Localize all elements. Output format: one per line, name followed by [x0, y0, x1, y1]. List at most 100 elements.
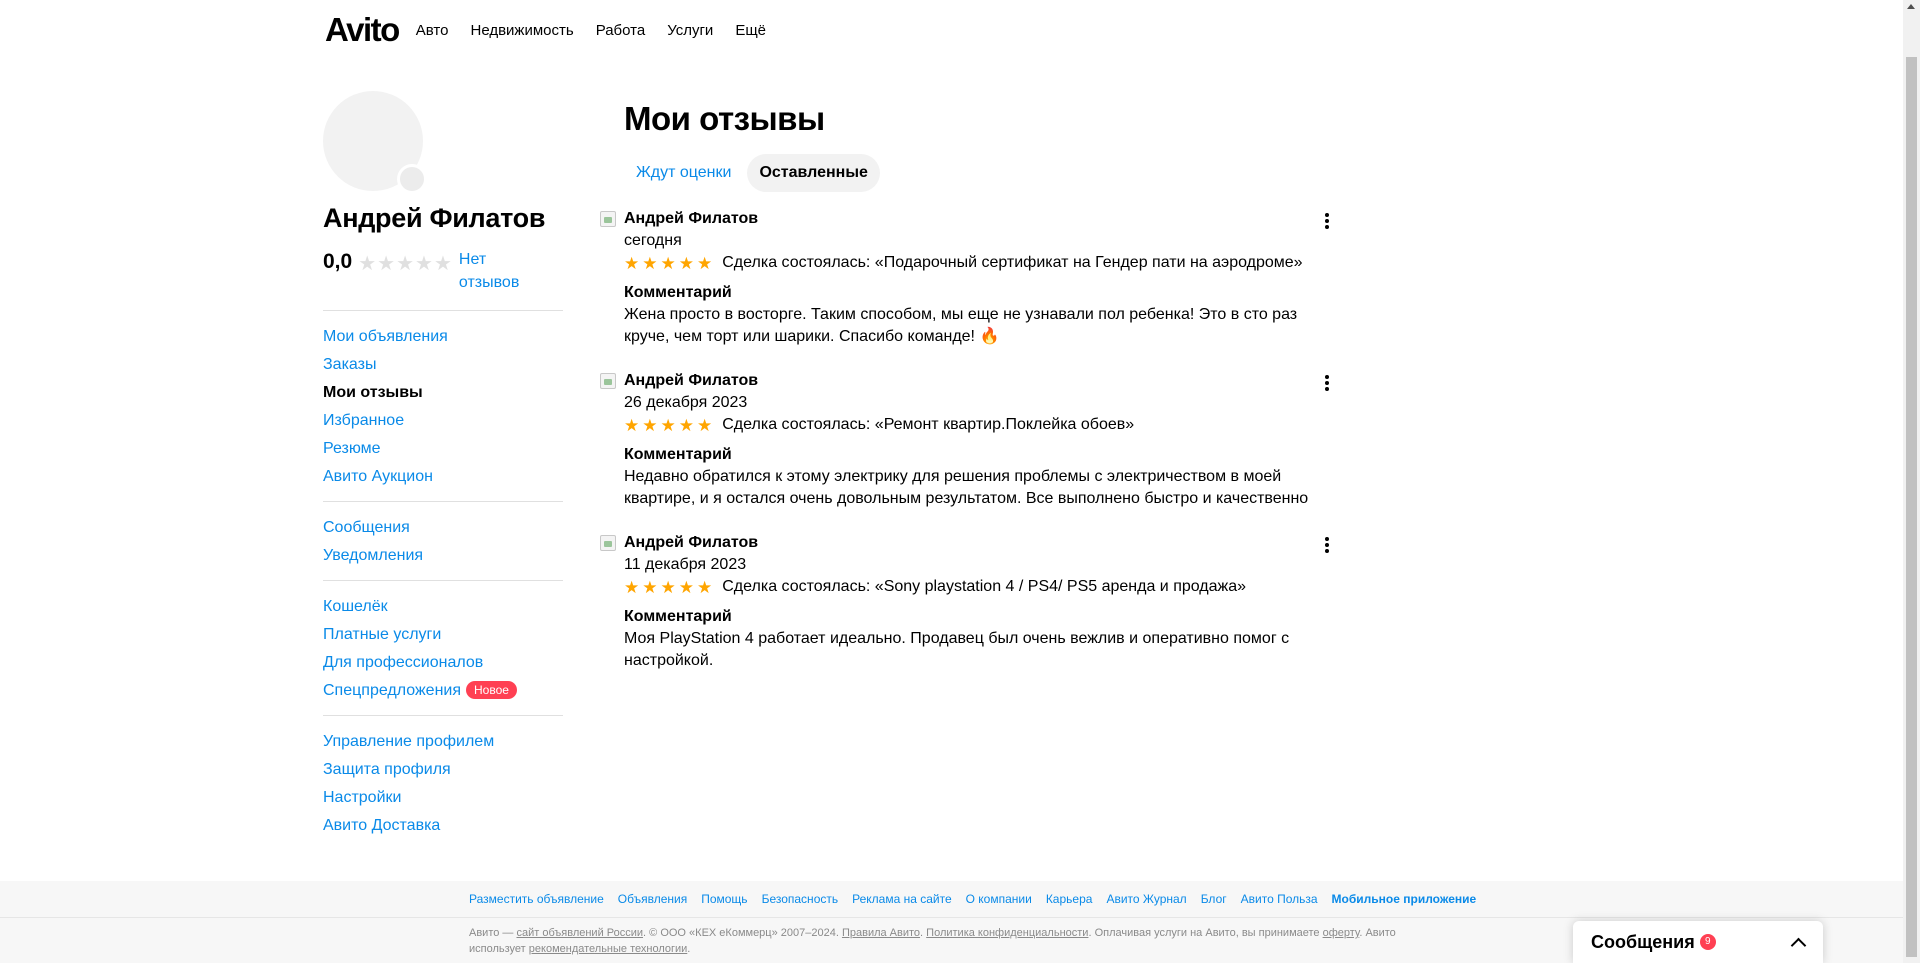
review-item: Андрей Филатов 26 декабря 2023 ★ ★ ★ ★ ★ Сде…: [600, 370, 1329, 510]
review-tabs: Ждут оценки Оставленные: [624, 154, 1320, 192]
nav-realty[interactable]: Недвижимость: [470, 22, 573, 39]
footer-link-journal[interactable]: Авито Журнал: [1106, 892, 1186, 906]
star-icon: ★: [358, 253, 377, 275]
star-icon: ★: [642, 415, 658, 435]
scroll-up-arrow-icon[interactable]: [1907, 4, 1915, 9]
menu-group-settings: Управление профилем Защита профиля Настр…: [323, 715, 563, 850]
legal-text: . © ООО «КЕХ еКоммерц» 2007–2024.: [643, 927, 842, 939]
footer-link-blog[interactable]: Блог: [1201, 892, 1227, 906]
footer-link-advertising[interactable]: Реклама на сайте: [852, 892, 952, 906]
sidebar-item-wallet[interactable]: Кошелёк: [323, 597, 563, 617]
more-options-icon[interactable]: [1319, 536, 1335, 554]
sidebar-item-settings[interactable]: Настройки: [323, 788, 563, 808]
comment-text: Моя PlayStation 4 работает идеально. Про…: [624, 630, 1290, 669]
review-item: Андрей Филатов 11 декабря 2023 ★ ★ ★ ★ ★ Сде…: [600, 532, 1329, 672]
footer-divider: [0, 917, 1903, 918]
star-icon: ★: [377, 253, 396, 275]
sidebar-item-label: Спецпредложения: [323, 682, 461, 699]
sidebar-item-paid-services[interactable]: Платные услуги: [323, 625, 563, 645]
footer-link-ads[interactable]: Объявления: [618, 892, 687, 906]
nav-jobs[interactable]: Работа: [596, 22, 646, 39]
legal-link-offer[interactable]: оферту: [1323, 927, 1360, 939]
footer-link-post-ad[interactable]: Разместить объявление: [469, 892, 604, 906]
top-navigation: Avito Авто Недвижимость Работа Услуги Ещ…: [325, 0, 788, 60]
sidebar-item-resume[interactable]: Резюме: [323, 439, 563, 459]
review-author[interactable]: Андрей Филатов: [624, 532, 1320, 554]
reviewer-avatar-image: [600, 535, 616, 551]
review-author[interactable]: Андрей Филатов: [624, 208, 1320, 230]
tab-awaiting[interactable]: Ждут оценки: [624, 154, 743, 192]
comment-label: Комментарий: [624, 284, 732, 301]
messenger-label: Сообщения: [1591, 931, 1695, 952]
sidebar-item-auction[interactable]: Авито Аукцион: [323, 467, 563, 487]
review-deal[interactable]: Сделка состоялась: «Подарочный сертифика…: [722, 252, 1302, 274]
review-stars: ★ ★ ★ ★ ★: [624, 255, 715, 272]
star-icon: ★: [415, 253, 433, 275]
review-stars: ★ ★ ★ ★ ★: [624, 579, 715, 596]
sidebar-item-profile-protection[interactable]: Защита профиля: [323, 760, 563, 780]
review-stars: ★ ★ ★ ★ ★: [624, 417, 715, 434]
review-date: 11 декабря 2023: [624, 556, 747, 573]
menu-group-communication: Сообщения Уведомления: [323, 501, 563, 580]
review-date: сегодня: [624, 232, 682, 249]
tab-left[interactable]: Оставленные: [747, 154, 880, 192]
footer-link-career[interactable]: Карьера: [1046, 892, 1093, 906]
avatar-status-dot: [397, 164, 427, 194]
sidebar-item-my-ads[interactable]: Мои объявления: [323, 327, 563, 347]
footer-links: Разместить объявление Объявления Помощь …: [469, 892, 1490, 906]
avito-logo[interactable]: Avito: [325, 11, 400, 49]
chevron-up-icon[interactable]: [1791, 935, 1805, 949]
star-icon: ★: [624, 415, 640, 435]
page-title: Мои отзывы: [624, 100, 825, 137]
footer-link-about[interactable]: О компании: [966, 892, 1032, 906]
star-icon: ★: [678, 415, 694, 435]
star-icon: ★: [624, 253, 640, 273]
avatar[interactable]: [323, 91, 427, 194]
nav-services[interactable]: Услуги: [667, 22, 713, 39]
review-deal[interactable]: Сделка состоялась: «Ремонт квартир.Покле…: [722, 414, 1134, 436]
no-reviews-link[interactable]: Нет отзывов: [459, 248, 549, 294]
footer-link-help[interactable]: Помощь: [701, 892, 747, 906]
more-options-icon[interactable]: [1319, 374, 1335, 392]
sidebar-item-orders[interactable]: Заказы: [323, 355, 563, 375]
reviewer-avatar-image: [600, 211, 616, 227]
new-badge: Новое: [466, 681, 517, 699]
review-deal-row: ★ ★ ★ ★ ★ Сделка состоялась: «Ремонт квартир…: [624, 414, 1320, 436]
more-options-icon[interactable]: [1319, 212, 1335, 230]
sidebar-item-special-offers[interactable]: Спецпредложения Новое: [323, 681, 563, 701]
footer-link-mobile-app[interactable]: Мобильное приложение: [1332, 892, 1477, 906]
sidebar-item-messages[interactable]: Сообщения: [323, 518, 563, 538]
profile-name: Андрей Филатов: [323, 203, 546, 233]
review-list: Андрей Филатов сегодня ★ ★ ★ ★ ★ Сделка сост…: [600, 208, 1329, 672]
footer-legal: Авито — сайт объявлений России. © ООО «К…: [469, 925, 1429, 957]
scroll-thumb[interactable]: [1906, 57, 1917, 957]
star-icon: ★: [642, 253, 658, 273]
sidebar-item-profile-management[interactable]: Управление профилем: [323, 732, 563, 752]
legal-link-classifieds[interactable]: сайт объявлений России: [516, 927, 643, 939]
sidebar-item-favorites[interactable]: Избранное: [323, 411, 563, 431]
messenger-widget[interactable]: Сообщения 9: [1573, 921, 1823, 963]
sidebar-item-delivery[interactable]: Авито Доставка: [323, 816, 563, 836]
rating-stars: ★ ★ ★ ★ ★: [358, 254, 453, 274]
nav-more[interactable]: Ещё: [735, 22, 766, 39]
sidebar-item-my-reviews[interactable]: Мои отзывы: [323, 383, 563, 403]
star-icon: ★: [396, 253, 415, 275]
legal-link-recommendations[interactable]: рекомендательные технологии: [529, 943, 688, 955]
legal-link-privacy[interactable]: Политика конфиденциальности: [926, 927, 1088, 939]
star-icon: ★: [660, 415, 676, 435]
star-icon: ★: [624, 577, 640, 597]
footer-link-benefit[interactable]: Авито Польза: [1241, 892, 1318, 906]
profile-sidebar: Андрей Филатов 0,0 ★ ★ ★ ★ ★ Нет отзывов…: [323, 91, 563, 850]
sidebar-item-notifications[interactable]: Уведомления: [323, 546, 563, 566]
star-icon: ★: [678, 577, 694, 597]
sidebar-item-pro[interactable]: Для профессионалов: [323, 653, 563, 673]
star-icon: ★: [697, 253, 713, 273]
star-icon: ★: [678, 253, 694, 273]
review-author[interactable]: Андрей Филатов: [624, 370, 1320, 392]
messenger-unread-badge: 9: [1699, 934, 1716, 950]
review-deal[interactable]: Сделка состоялась: «Sony playstation 4 /…: [722, 576, 1246, 598]
nav-auto[interactable]: Авто: [416, 22, 449, 39]
footer-link-security[interactable]: Безопасность: [762, 892, 839, 906]
legal-link-rules[interactable]: Правила Авито: [842, 927, 920, 939]
page-scrollbar[interactable]: [1903, 0, 1920, 963]
